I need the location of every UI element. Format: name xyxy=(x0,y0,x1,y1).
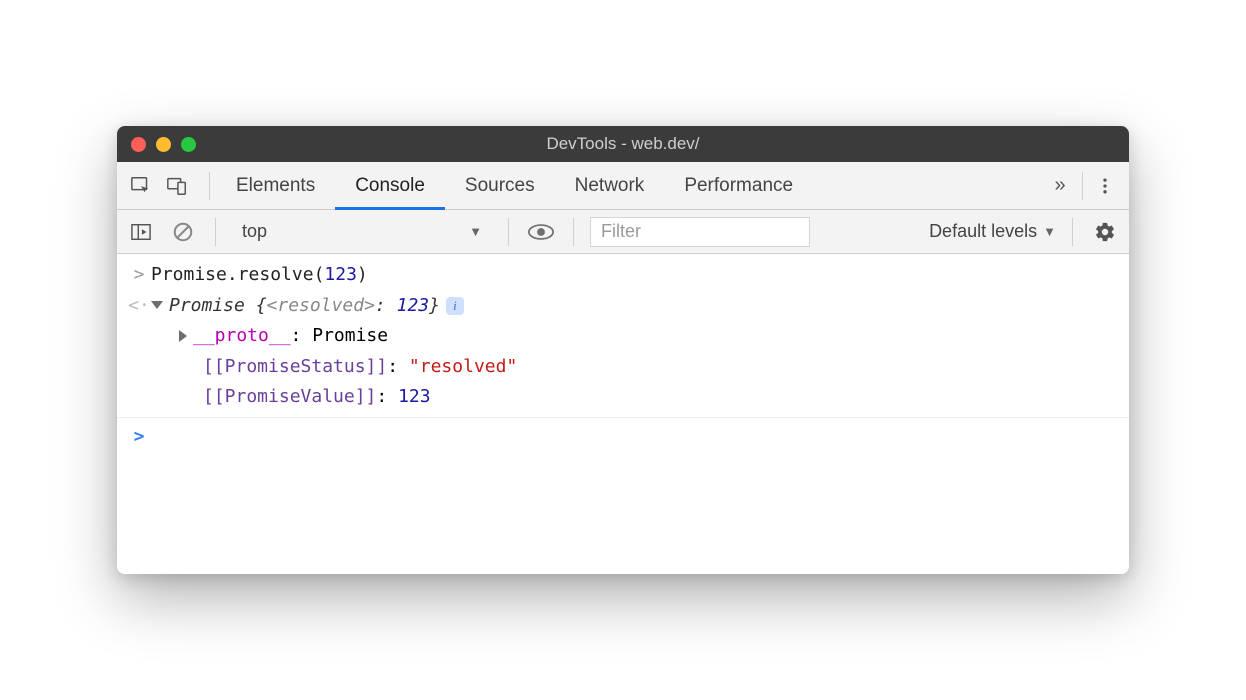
input-indicator-icon: > xyxy=(127,260,151,291)
promise-value-property[interactable]: [[PromiseValue]]: 123 xyxy=(151,382,1119,413)
levels-label: Default levels xyxy=(929,221,1037,242)
close-window-button[interactable] xyxy=(131,137,146,152)
console-settings-icon[interactable] xyxy=(1089,216,1121,248)
log-levels-select[interactable]: Default levels ▼ xyxy=(929,221,1056,242)
console-result-row: <· Promise {<resolved>: 123}i xyxy=(117,291,1129,322)
expand-toggle-icon[interactable] xyxy=(179,330,187,342)
clear-console-icon[interactable] xyxy=(167,216,199,248)
tab-performance[interactable]: Performance xyxy=(664,162,813,209)
tab-elements[interactable]: Elements xyxy=(216,162,335,209)
console-toolbar: top ▼ Default levels ▼ xyxy=(117,210,1129,254)
minimize-window-button[interactable] xyxy=(156,137,171,152)
context-label: top xyxy=(242,221,267,242)
execution-context-select[interactable]: top ▼ xyxy=(232,217,492,247)
title-bar: DevTools - web.dev/ xyxy=(117,126,1129,162)
tab-network[interactable]: Network xyxy=(555,162,665,209)
divider xyxy=(209,172,210,200)
settings-menu-button[interactable] xyxy=(1089,170,1121,202)
panel-tabs: Elements Console Sources Network Perform… xyxy=(216,162,813,209)
divider xyxy=(1072,218,1073,246)
console-input-row: > Promise.resolve(123) xyxy=(117,260,1129,291)
object-property-row: [[PromiseStatus]]: "resolved" xyxy=(117,352,1129,383)
panel-tab-bar: Elements Console Sources Network Perform… xyxy=(117,162,1129,210)
promise-status-property[interactable]: [[PromiseStatus]]: "resolved" xyxy=(151,352,1119,383)
zoom-window-button[interactable] xyxy=(181,137,196,152)
dropdown-caret-icon: ▼ xyxy=(469,224,482,239)
object-property-row: [[PromiseValue]]: 123 xyxy=(117,382,1129,413)
devtools-window: DevTools - web.dev/ Elements Console Sou… xyxy=(117,126,1129,574)
inspect-element-icon[interactable] xyxy=(125,170,157,202)
traffic-lights xyxy=(131,137,196,152)
divider xyxy=(508,218,509,246)
more-tabs-button[interactable]: » xyxy=(1044,170,1076,202)
object-tree-header[interactable]: Promise {<resolved>: 123}i xyxy=(151,291,1119,322)
toggle-sidebar-icon[interactable] xyxy=(125,216,157,248)
divider xyxy=(573,218,574,246)
toggle-device-icon[interactable] xyxy=(161,170,193,202)
expand-toggle-icon[interactable] xyxy=(151,301,163,309)
proto-property[interactable]: __proto__: Promise xyxy=(151,321,1119,352)
console-input[interactable] xyxy=(151,422,1119,453)
divider xyxy=(1082,172,1083,200)
console-prompt-row[interactable]: > xyxy=(117,422,1129,453)
filter-input[interactable] xyxy=(590,217,810,247)
console-expression[interactable]: Promise.resolve(123) xyxy=(151,260,1119,291)
live-expression-icon[interactable] xyxy=(525,216,557,248)
divider xyxy=(215,218,216,246)
prompt-icon: > xyxy=(127,422,151,453)
dropdown-caret-icon: ▼ xyxy=(1043,224,1056,239)
window-title: DevTools - web.dev/ xyxy=(117,134,1129,154)
object-property-row: __proto__: Promise xyxy=(117,321,1129,352)
tab-sources[interactable]: Sources xyxy=(445,162,555,209)
return-indicator-icon: <· xyxy=(127,291,151,322)
console-output: > Promise.resolve(123) <· Promise {<reso… xyxy=(117,254,1129,574)
tab-console[interactable]: Console xyxy=(335,162,445,209)
separator xyxy=(117,417,1129,418)
info-badge-icon[interactable]: i xyxy=(446,297,464,315)
